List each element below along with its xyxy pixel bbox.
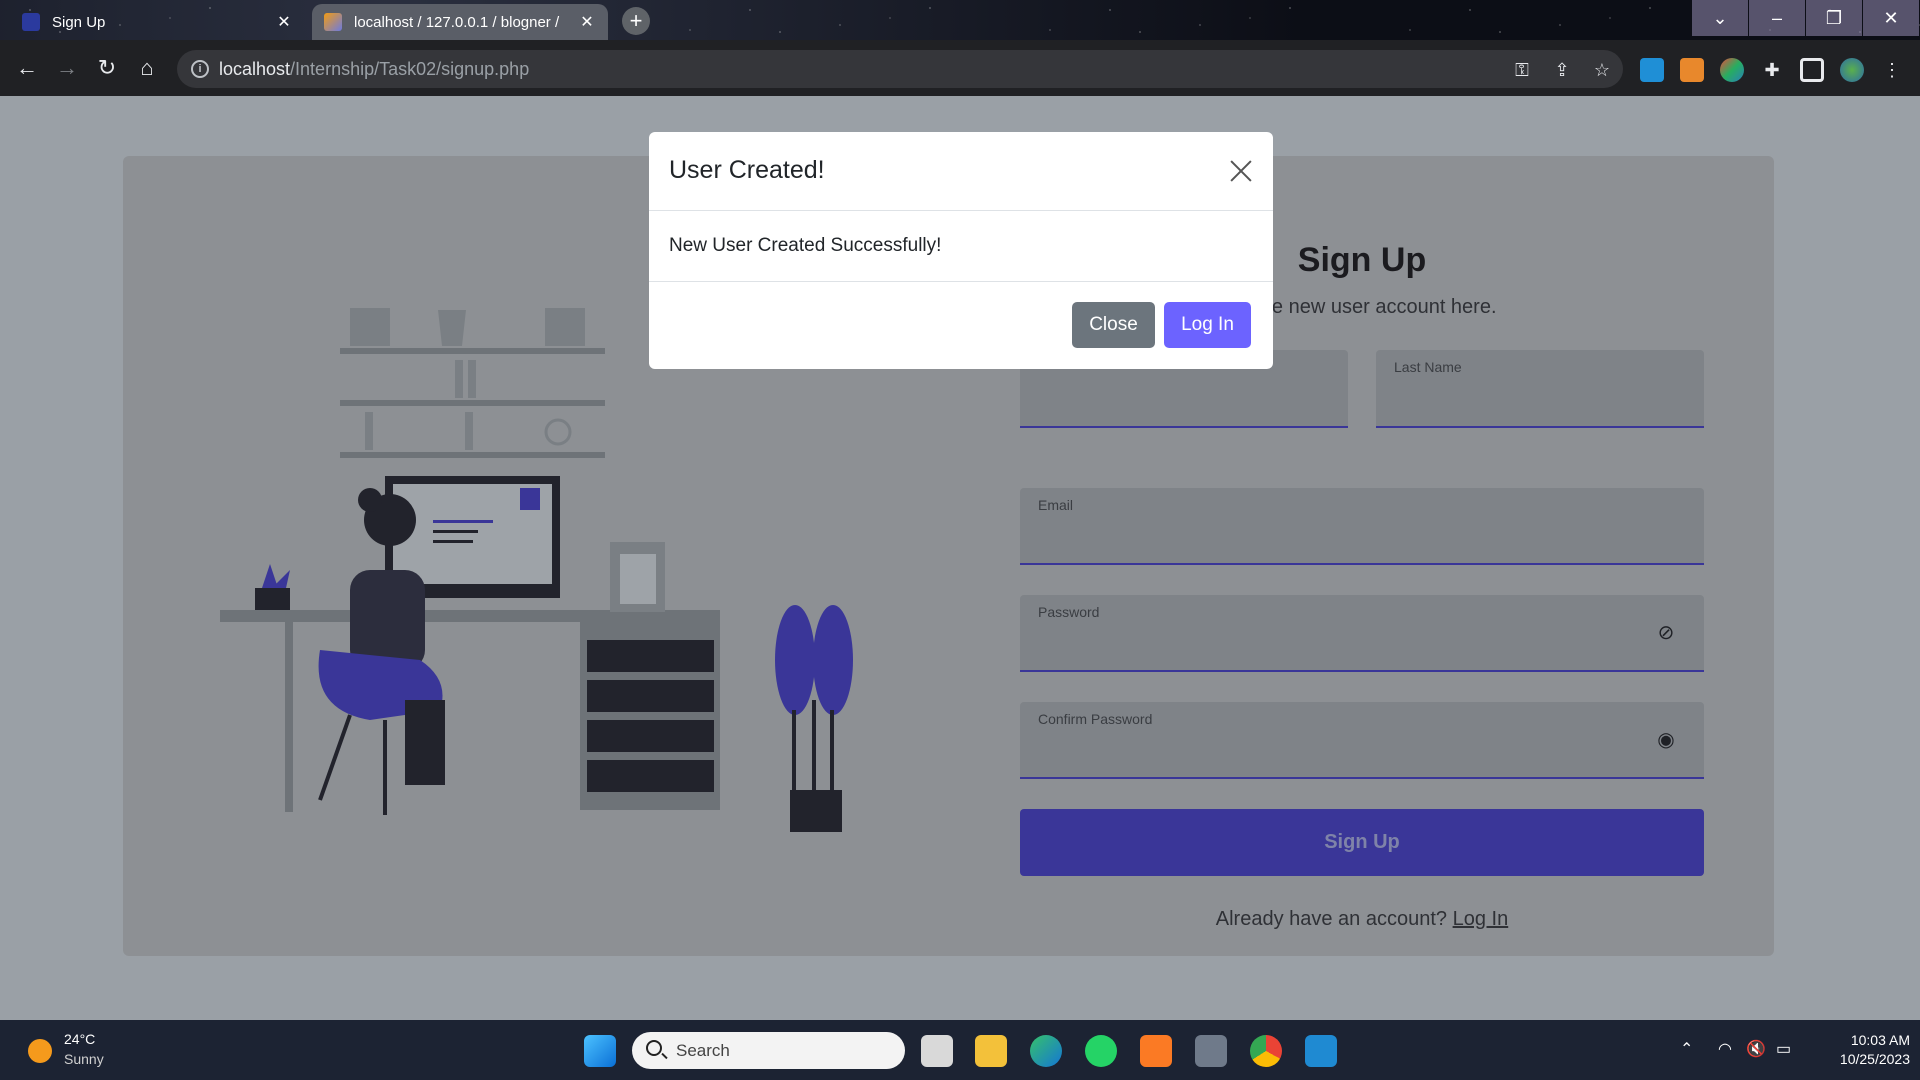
tab-sign-up[interactable]: Sign Up ✕ (10, 4, 305, 40)
chrome-icon[interactable] (1250, 1035, 1282, 1067)
search-placeholder: Search (676, 1041, 730, 1060)
modal-login-button[interactable]: Log In (1164, 302, 1251, 348)
extension-s-icon[interactable] (1640, 58, 1664, 82)
reload-icon[interactable]: ↻ (93, 54, 121, 82)
sign-up-button[interactable]: Sign Up (1020, 809, 1704, 876)
last-name-field[interactable]: Last Name (1376, 350, 1704, 428)
address-bar[interactable]: i localhost/Internship/Task02/signup.php (177, 50, 1623, 88)
share-icon[interactable]: ⇪ (1550, 58, 1574, 82)
email-field[interactable]: Email (1020, 488, 1704, 565)
modal-close-button[interactable]: Close (1072, 302, 1155, 348)
minimize-button[interactable]: – (1749, 0, 1805, 36)
login-prompt-text: Already have an account? (1215, 908, 1448, 930)
battery-icon[interactable]: ▭ (1776, 1040, 1791, 1060)
xampp-icon[interactable] (1140, 1035, 1172, 1067)
weather-temperature[interactable]: 24°C (64, 1031, 95, 1047)
search-icon (646, 1040, 662, 1056)
password-field[interactable]: Password ⊘ (1020, 595, 1704, 672)
windows-start-icon[interactable] (584, 1035, 616, 1067)
new-tab-button[interactable]: + (622, 7, 650, 35)
window-close-button[interactable]: ✕ (1863, 0, 1919, 36)
phpmyadmin-favicon-icon (324, 13, 342, 31)
forward-arrow-icon[interactable]: → (53, 54, 81, 82)
modal-close-icon[interactable] (1224, 154, 1258, 188)
modal-title: User Created! (669, 156, 825, 184)
site-favicon-icon (22, 13, 40, 31)
tab-strip: Sign Up ✕ localhost / 127.0.0.1 / blogne… (0, 0, 1920, 40)
task-view-icon[interactable] (921, 1035, 953, 1067)
tab-title: Sign Up (52, 13, 106, 31)
tab-title: localhost / 127.0.0.1 / blogner / (354, 13, 560, 31)
edge-browser-icon[interactable] (1030, 1035, 1062, 1067)
login-prompt: Already have an account? Log In (1020, 908, 1704, 931)
file-explorer-icon[interactable] (975, 1035, 1007, 1067)
modal-body: New User Created Successfully! (649, 211, 1273, 282)
last-name-label: Last Name (1394, 359, 1462, 375)
tab-close-icon[interactable]: ✕ (275, 12, 293, 32)
modal-message: New User Created Successfully! (669, 235, 942, 256)
eye-slash-icon[interactable]: ⊘ (1654, 621, 1678, 645)
clock-time: 10:03 AM (1850, 1032, 1910, 1048)
vscode-icon[interactable] (1305, 1035, 1337, 1067)
tab-close-icon[interactable]: ✕ (578, 12, 596, 32)
tray-chevron-icon[interactable]: ⌃ (1680, 1040, 1693, 1060)
home-icon[interactable]: ⌂ (133, 54, 161, 82)
tab-phpmyadmin[interactable]: localhost / 127.0.0.1 / blogner / ✕ (312, 4, 608, 40)
calculator-icon[interactable] (1195, 1035, 1227, 1067)
email-label: Email (1038, 497, 1074, 513)
volume-muted-icon[interactable]: 🔇 (1746, 1040, 1766, 1060)
site-info-icon[interactable]: i (191, 60, 209, 78)
extension-orange-icon[interactable] (1680, 58, 1704, 82)
system-clock[interactable]: 10:03 AM 10/25/2023 (1810, 1031, 1910, 1069)
password-label: Password (1038, 604, 1100, 620)
confirm-password-field[interactable]: Confirm Password ◉ (1020, 702, 1704, 779)
wifi-icon[interactable]: ◠ (1718, 1040, 1732, 1060)
side-panel-icon[interactable] (1800, 58, 1824, 82)
maximize-button[interactable]: ❐ (1806, 0, 1862, 36)
extension-rainbow-icon[interactable] (1720, 58, 1744, 82)
taskbar-search[interactable]: Search (632, 1032, 905, 1069)
profile-avatar-icon[interactable] (1840, 58, 1864, 82)
menu-kebab-icon[interactable]: ⋮ (1880, 58, 1904, 82)
extensions-puzzle-icon[interactable]: ✚ (1760, 58, 1784, 82)
password-key-icon[interactable]: ⚿ (1510, 58, 1534, 82)
clock-date: 10/25/2023 (1839, 1051, 1910, 1067)
back-arrow-icon[interactable]: ← (13, 54, 41, 82)
bookmark-star-icon[interactable]: ☆ (1590, 58, 1614, 82)
url-text[interactable]: localhost/Internship/Task02/signup.php (219, 59, 529, 80)
whatsapp-icon[interactable] (1085, 1035, 1117, 1067)
eye-icon[interactable]: ◉ (1654, 728, 1678, 752)
confirm-password-label: Confirm Password (1038, 711, 1153, 727)
login-link[interactable]: Log In (1453, 908, 1509, 930)
windows-taskbar (0, 1020, 1920, 1080)
user-created-modal: User Created! New User Created Successfu… (649, 132, 1273, 369)
modal-header: User Created! (649, 132, 1273, 211)
weather-condition[interactable]: Sunny (64, 1051, 104, 1067)
tab-search-button[interactable]: ⌄ (1692, 0, 1748, 36)
weather-sun-icon[interactable] (28, 1039, 52, 1063)
